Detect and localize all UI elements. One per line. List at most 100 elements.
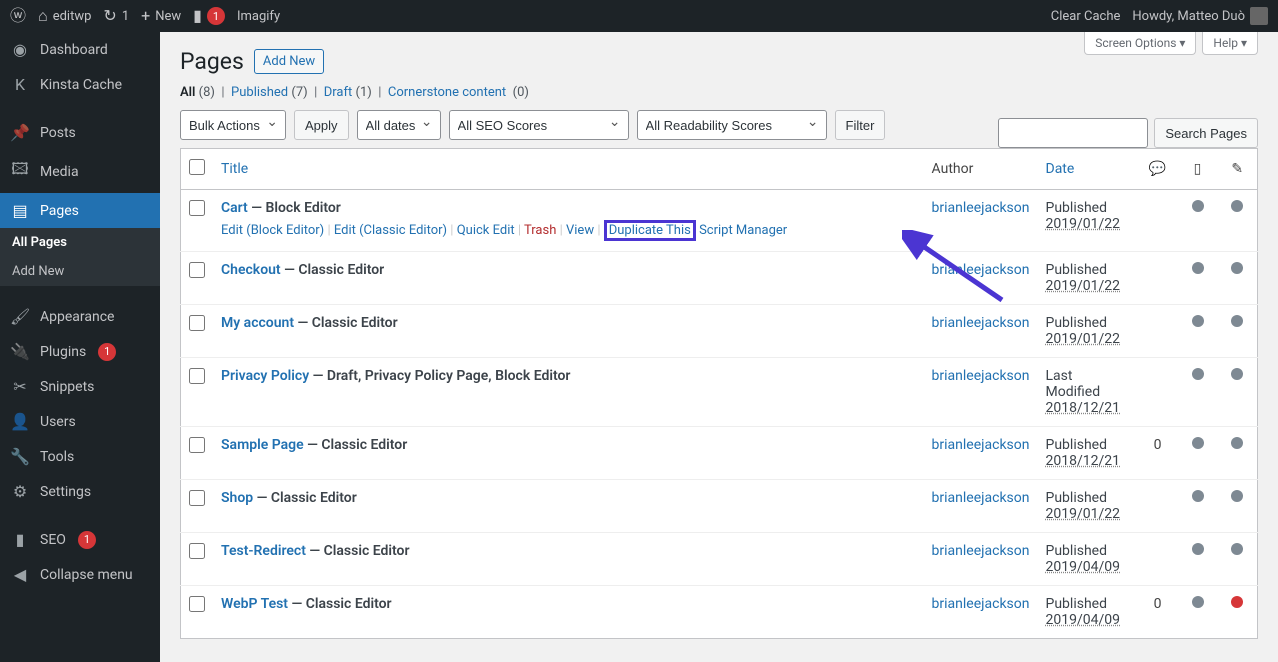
col-date[interactable]: Date: [1046, 161, 1075, 177]
page-title-link[interactable]: Sample Page: [221, 437, 304, 453]
readability-filter[interactable]: All Readability Scores: [637, 110, 827, 140]
clear-cache[interactable]: Clear Cache: [1051, 9, 1121, 24]
col-title[interactable]: Title: [221, 161, 248, 177]
apply-button[interactable]: Apply: [294, 110, 349, 140]
bulk-actions-select[interactable]: Bulk Actions: [180, 110, 286, 140]
user-icon: 👤: [10, 412, 30, 431]
media-icon: 🖾: [10, 158, 30, 185]
readability-dot: [1231, 490, 1243, 502]
duplicate-link[interactable]: Duplicate This: [609, 223, 691, 238]
row-checkbox[interactable]: [189, 596, 205, 612]
comments-cell: 0: [1138, 586, 1178, 639]
page-title-link[interactable]: Privacy Policy: [221, 368, 309, 384]
readability-dot: [1231, 262, 1243, 274]
readability-dot: [1231, 200, 1243, 212]
page-title-link[interactable]: My account: [221, 315, 294, 331]
imagify-link[interactable]: Imagify: [237, 9, 280, 24]
menu-seo[interactable]: ▮SEO1: [0, 522, 160, 557]
author-link[interactable]: brianleejackson: [932, 262, 1030, 278]
my-account[interactable]: Howdy, Matteo Duò: [1132, 7, 1268, 25]
seo-score-icon: ▯: [1194, 161, 1202, 177]
menu-settings[interactable]: ⚙Settings: [0, 474, 160, 509]
comments-icon: 💬: [1149, 161, 1166, 177]
seo-filter[interactable]: All SEO Scores: [449, 110, 629, 140]
wp-logo[interactable]: ⓦ: [10, 8, 26, 24]
view-published[interactable]: Published: [231, 85, 288, 100]
menu-appearance[interactable]: 🖌Appearance: [0, 299, 160, 334]
row-checkbox[interactable]: [189, 315, 205, 331]
menu-collapse[interactable]: ◀Collapse menu: [0, 557, 160, 592]
yoast-link[interactable]: ▮1: [193, 7, 225, 25]
view-link[interactable]: View: [566, 223, 594, 238]
select-all-checkbox[interactable]: [189, 159, 205, 175]
filter-button[interactable]: Filter: [835, 110, 886, 140]
avatar: [1250, 7, 1268, 25]
add-new-button[interactable]: Add New: [254, 49, 324, 74]
author-link[interactable]: brianleejackson: [932, 315, 1030, 331]
trash-link[interactable]: Trash: [524, 223, 556, 238]
script-manager-link[interactable]: Script Manager: [699, 223, 787, 238]
row-checkbox[interactable]: [189, 437, 205, 453]
readability-icon: ✎: [1231, 161, 1243, 177]
page-title-link[interactable]: Shop: [221, 490, 253, 506]
help-button[interactable]: Help ▾: [1202, 32, 1258, 55]
author-link[interactable]: brianleejackson: [932, 368, 1030, 384]
edit-classic-link[interactable]: Edit (Classic Editor): [334, 223, 447, 238]
screen-options-button[interactable]: Screen Options ▾: [1084, 32, 1196, 55]
submenu-all-pages[interactable]: All Pages: [0, 228, 160, 257]
seo-dot: [1192, 368, 1204, 380]
post-state: — Classic Editor: [281, 262, 385, 278]
table-row: My account — Classic Editorbrianleejacks…: [181, 305, 1258, 358]
date-cell: Last Modified2018/12/21: [1046, 368, 1121, 416]
row-checkbox[interactable]: [189, 490, 205, 506]
row-checkbox[interactable]: [189, 262, 205, 278]
search-input[interactable]: [998, 118, 1148, 148]
author-link[interactable]: brianleejackson: [932, 596, 1030, 612]
date-cell: Published2019/01/22: [1046, 262, 1121, 294]
site-name[interactable]: ⌂editwp: [38, 8, 91, 24]
date-cell: Published2018/12/21: [1046, 437, 1121, 469]
comments-cell: [1138, 305, 1178, 358]
page-title: Pages: [180, 48, 244, 75]
post-state: — Classic Editor: [288, 596, 392, 612]
row-checkbox[interactable]: [189, 368, 205, 384]
view-draft[interactable]: Draft: [324, 85, 353, 100]
menu-media[interactable]: 🖾Media: [0, 150, 160, 193]
table-row: Test-Redirect — Classic Editorbrianleeja…: [181, 533, 1258, 586]
author-link[interactable]: brianleejackson: [932, 437, 1030, 453]
screen-meta: Screen Options ▾ Help ▾: [1084, 32, 1258, 55]
row-checkbox[interactable]: [189, 543, 205, 559]
search-button[interactable]: Search Pages: [1154, 118, 1258, 148]
menu-dashboard[interactable]: ◉Dashboard: [0, 32, 160, 67]
author-link[interactable]: brianleejackson: [932, 490, 1030, 506]
menu-posts[interactable]: 📌Posts: [0, 115, 160, 150]
menu-tools[interactable]: 🔧Tools: [0, 439, 160, 474]
menu-snippets[interactable]: ✂Snippets: [0, 369, 160, 404]
seo-dot: [1192, 437, 1204, 449]
menu-pages[interactable]: ▤Pages: [0, 193, 160, 228]
pin-icon: 📌: [10, 123, 30, 142]
view-cornerstone[interactable]: Cornerstone content: [388, 85, 506, 100]
updates-link[interactable]: ↻1: [103, 8, 129, 24]
edit-block-link[interactable]: Edit (Block Editor): [221, 223, 324, 238]
page-title-link[interactable]: WebP Test: [221, 596, 288, 612]
page-title-link[interactable]: Cart: [221, 200, 248, 216]
submenu-add-new[interactable]: Add New: [0, 257, 160, 286]
pages-table: Title Author Date 💬 ▯ ✎ Cart — Block Edi…: [180, 148, 1258, 639]
page-title-link[interactable]: Test-Redirect: [221, 543, 306, 559]
author-link[interactable]: brianleejackson: [932, 543, 1030, 559]
menu-plugins[interactable]: 🔌Plugins1: [0, 334, 160, 369]
row-checkbox[interactable]: [189, 200, 205, 216]
view-all[interactable]: All: [180, 85, 195, 100]
seo-dot: [1192, 200, 1204, 212]
new-content[interactable]: +New: [141, 8, 181, 24]
page-title-link[interactable]: Checkout: [221, 262, 281, 278]
wrench-icon: 🔧: [10, 447, 30, 466]
row-actions: Edit (Block Editor) | Edit (Classic Edit…: [221, 220, 916, 241]
menu-kinsta[interactable]: KKinsta Cache: [0, 67, 160, 102]
comments-cell: [1138, 252, 1178, 305]
author-link[interactable]: brianleejackson: [932, 200, 1030, 216]
date-filter[interactable]: All dates: [357, 110, 441, 140]
menu-users[interactable]: 👤Users: [0, 404, 160, 439]
quick-edit-link[interactable]: Quick Edit: [457, 223, 515, 238]
